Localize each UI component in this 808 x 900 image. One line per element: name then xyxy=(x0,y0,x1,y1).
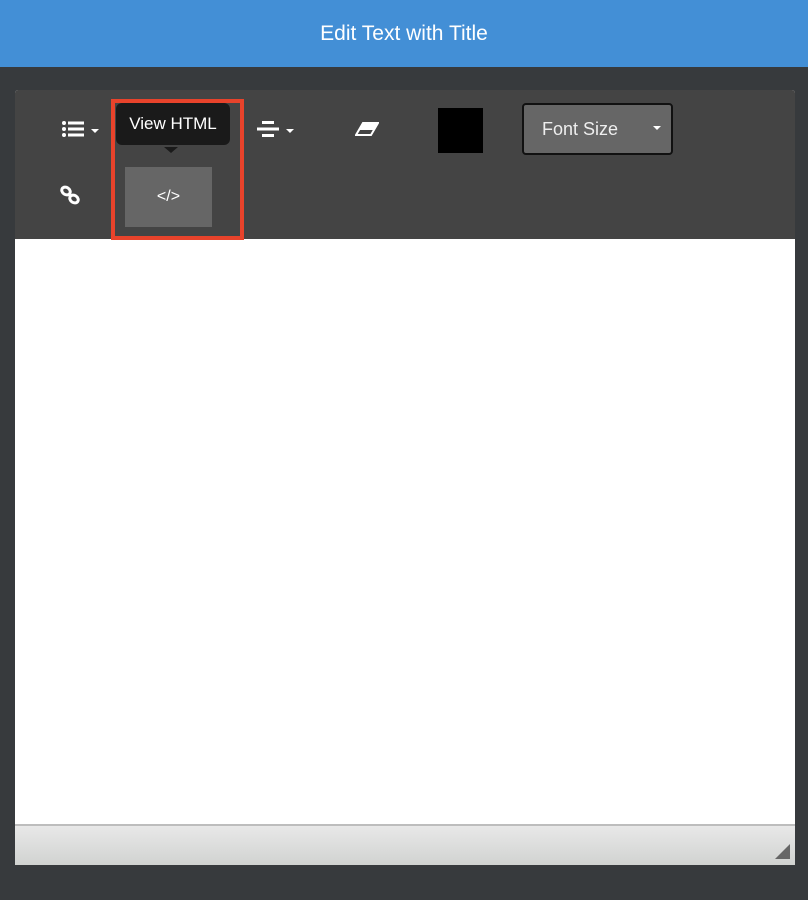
link-button[interactable] xyxy=(53,178,87,212)
list-icon xyxy=(61,121,84,137)
link-icon xyxy=(60,185,80,205)
chevron-down-icon xyxy=(653,126,661,130)
chevron-down-icon xyxy=(90,128,99,133)
eraser-icon xyxy=(355,122,379,136)
font-size-label: Font Size xyxy=(542,118,619,139)
font-size-dropdown[interactable]: Font Size xyxy=(522,103,673,155)
dialog-header: Edit Text with Title xyxy=(0,0,808,67)
align-center-icon xyxy=(256,121,279,137)
editor-content-area[interactable] xyxy=(15,239,795,824)
highlight-box xyxy=(111,99,244,240)
editor-statusbar xyxy=(15,824,795,865)
resize-handle-icon[interactable] xyxy=(775,844,790,859)
color-picker-button[interactable] xyxy=(438,108,483,153)
dialog-title: Edit Text with Title xyxy=(320,21,488,45)
chevron-down-icon xyxy=(285,128,294,133)
align-dropdown-button[interactable] xyxy=(250,112,300,146)
clear-format-button[interactable] xyxy=(347,112,387,146)
list-dropdown-button[interactable] xyxy=(55,112,105,146)
